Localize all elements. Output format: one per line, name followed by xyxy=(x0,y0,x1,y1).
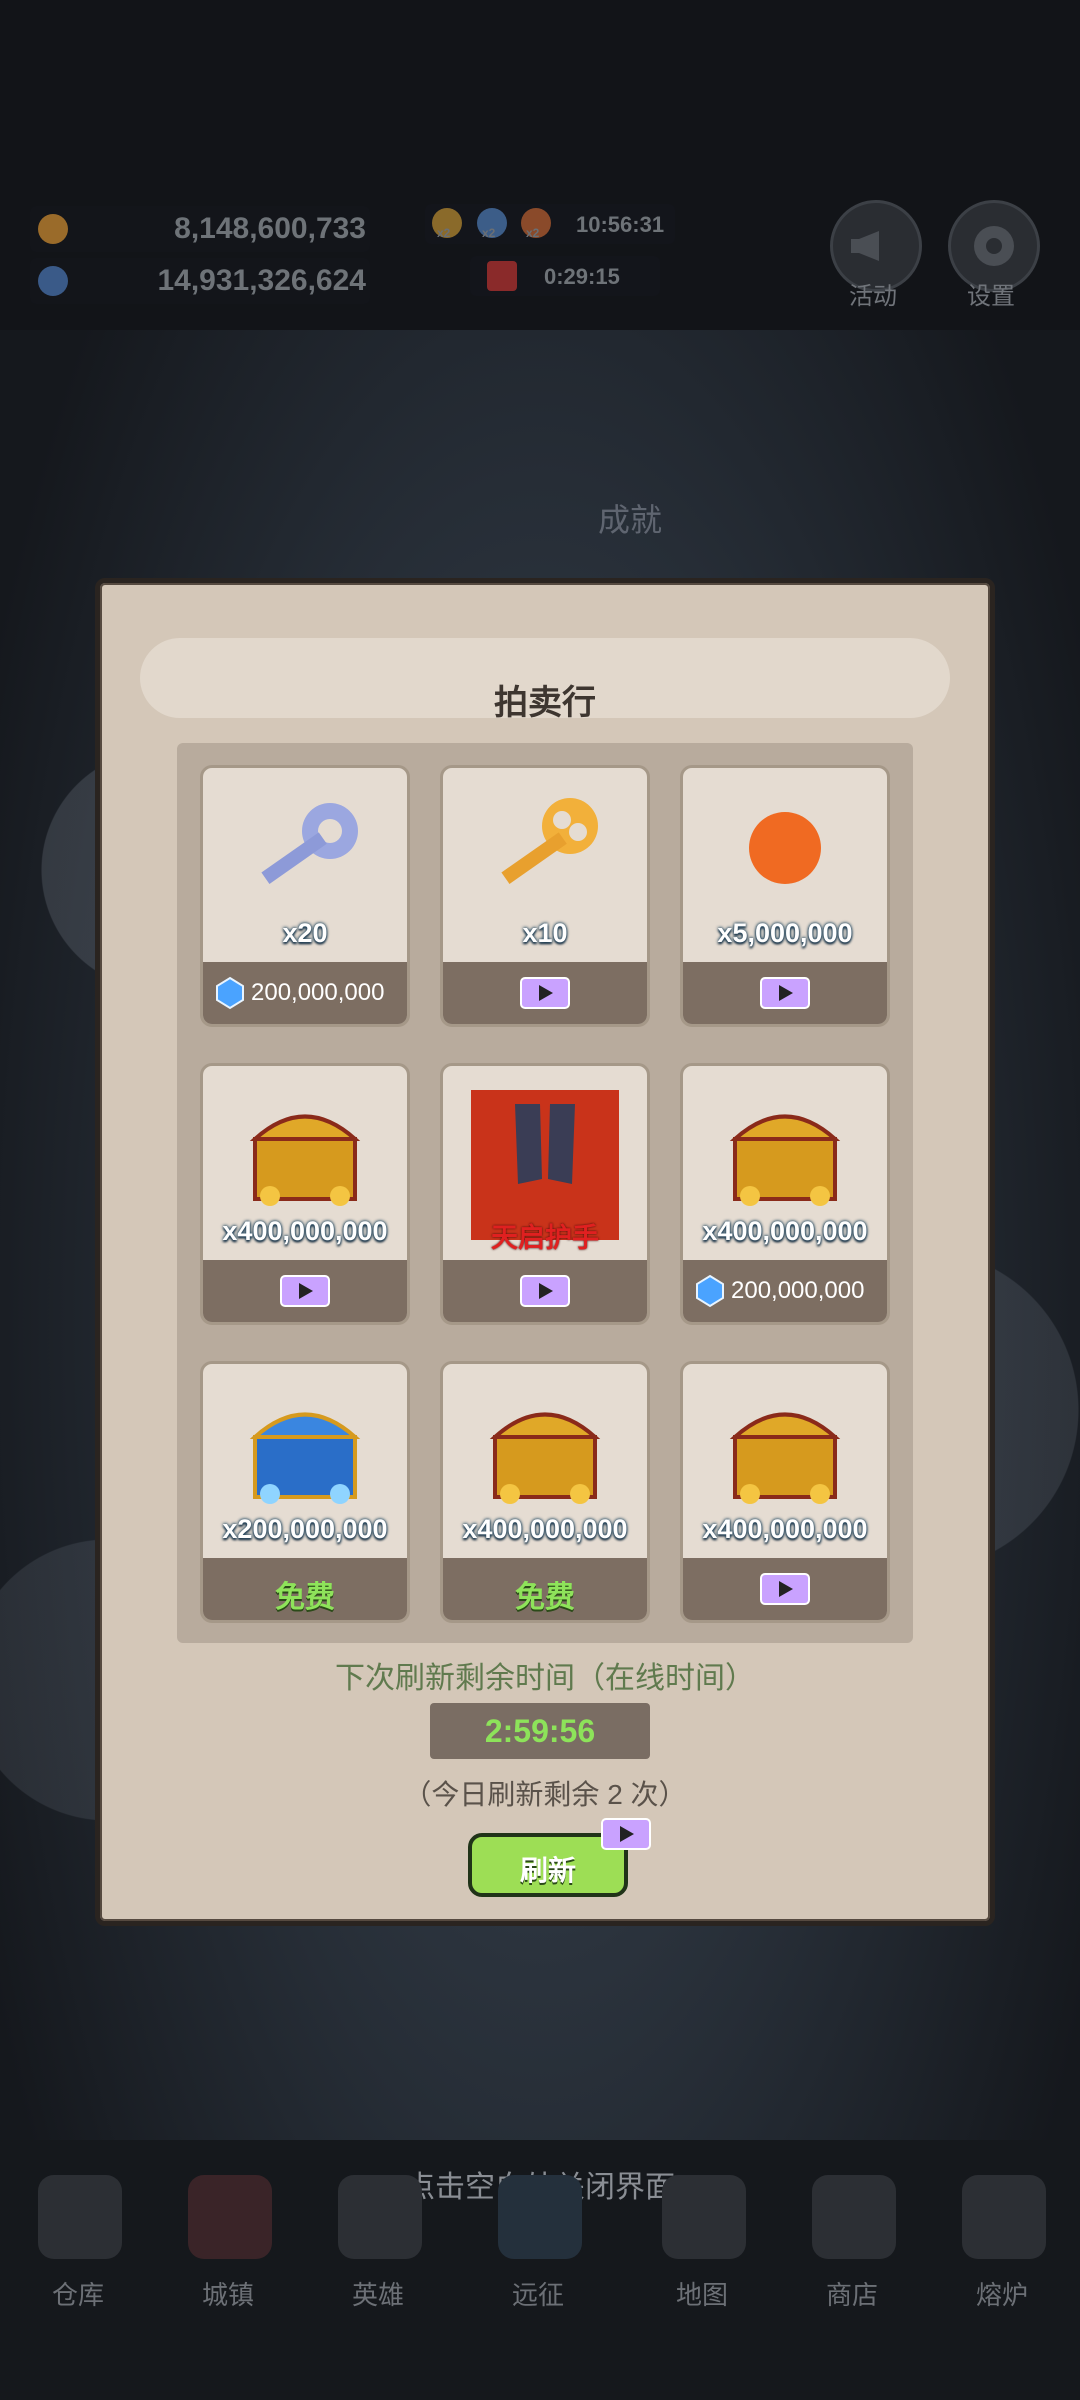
nav-heroes[interactable]: 英雄 xyxy=(318,2175,438,2345)
item-quantity: x5,000,000 xyxy=(717,918,853,948)
gift-box-icon xyxy=(487,261,517,291)
gold-coin-icon xyxy=(38,214,68,244)
auction-item-card[interactable]: 天启护手 xyxy=(440,1063,650,1325)
blue-gem-icon xyxy=(696,1274,724,1308)
refresh-timer-label: 下次刷新剩余时间（在线时间） xyxy=(335,1662,755,1695)
free-label: 免费 xyxy=(515,1581,575,1614)
price-bar xyxy=(443,962,647,1024)
nav-label: 商店 xyxy=(825,2280,878,2310)
town-icon xyxy=(188,2175,272,2259)
gold-value: 8,148,600,733 xyxy=(174,212,366,245)
item-quantity: x200,000,000 xyxy=(222,1514,388,1544)
exp-boost-multiplier: x2 xyxy=(526,226,540,240)
countdown-box: 2:59:56 xyxy=(430,1703,650,1759)
nav-label: 熔炉 xyxy=(975,2280,1028,2310)
item-quantity: x400,000,000 xyxy=(462,1514,628,1544)
settings-label: 设置 xyxy=(967,283,1015,310)
auction-item-card[interactable]: x200,000,000 免费 xyxy=(200,1361,410,1623)
auction-item-card[interactable]: x400,000,000 200,000,000 xyxy=(680,1063,890,1325)
forge-icon xyxy=(962,2175,1046,2259)
gold-treasure-chest-icon xyxy=(489,1412,601,1504)
refresh-countdown: 2:59:56 xyxy=(484,1713,596,1749)
nav-map[interactable]: 地图 xyxy=(642,2175,762,2345)
auction-panel: 拍卖行 x20 200,000,000 x10 x5,000,000 x400,… xyxy=(95,578,995,1926)
gift-timer: 0:29:15 xyxy=(544,264,620,289)
achievement-title: 成就 xyxy=(597,502,662,538)
gem-boost-multiplier: x2 xyxy=(482,226,496,240)
gold-treasure-chest-icon xyxy=(729,1114,841,1206)
auction-item-card[interactable]: x400,000,000 xyxy=(200,1063,410,1325)
video-ad-icon xyxy=(520,977,570,1009)
hero-icon xyxy=(338,2175,422,2259)
price-bar xyxy=(683,962,887,1024)
price-bar xyxy=(203,1260,407,1322)
exp-orb-icon xyxy=(749,812,821,884)
nav-label: 仓库 xyxy=(51,2280,104,2310)
activity-label: 活动 xyxy=(849,283,897,310)
item-quantity: x10 xyxy=(522,918,568,948)
gauntlet-icon xyxy=(515,1104,575,1184)
video-ad-icon xyxy=(601,1818,651,1850)
video-ad-icon xyxy=(520,1275,570,1307)
nav-label: 远征 xyxy=(511,2280,564,2310)
auction-item-card[interactable]: x5,000,000 xyxy=(680,765,890,1027)
video-ad-icon xyxy=(280,1275,330,1307)
nav-warehouse[interactable]: 仓库 xyxy=(18,2175,138,2345)
item-name: 天启护手 xyxy=(491,1223,599,1253)
auction-item-card[interactable]: x400,000,000 xyxy=(680,1361,890,1623)
refresh-button-label: 刷新 xyxy=(519,1855,576,1886)
auction-item-card[interactable]: x400,000,000 免费 xyxy=(440,1361,650,1623)
price-bar: 免费 xyxy=(443,1558,647,1620)
price-bar xyxy=(443,1260,647,1322)
gold-treasure-chest-icon xyxy=(729,1412,841,1504)
panel-title: 拍卖行 xyxy=(494,684,596,722)
nav-expedition[interactable]: 远征 xyxy=(478,2175,598,2345)
gem-resource: 14,931,326,624 xyxy=(30,258,370,304)
gold-boost-multiplier: x2 xyxy=(437,226,451,240)
nav-label: 城镇 xyxy=(201,2280,254,2310)
gem-treasure-chest-icon xyxy=(249,1412,361,1504)
auction-item-card[interactable]: x20 200,000,000 xyxy=(200,765,410,1027)
silver-key-icon xyxy=(261,803,358,884)
blue-gem-icon xyxy=(216,976,244,1010)
item-quantity: x400,000,000 xyxy=(222,1216,388,1246)
free-label: 免费 xyxy=(275,1581,335,1614)
item-quantity: x400,000,000 xyxy=(702,1216,868,1246)
warehouse-icon xyxy=(38,2175,122,2259)
boost-clock: 10:56:31 xyxy=(576,212,665,237)
item-quantity: x20 xyxy=(282,918,328,948)
item-price: 200,000,000 xyxy=(251,979,385,1006)
nav-label: 地图 xyxy=(675,2280,728,2310)
price-bar xyxy=(683,1558,887,1620)
nav-shop[interactable]: 商店 xyxy=(792,2175,912,2345)
gold-key-icon xyxy=(501,798,598,884)
nav-town[interactable]: 城镇 xyxy=(168,2175,288,2345)
shop-icon xyxy=(812,2175,896,2259)
nav-forge[interactable]: 熔炉 xyxy=(942,2175,1062,2345)
remaining-refreshes: （今日刷新剩余 2 次） xyxy=(403,1779,687,1810)
gold-resource: 8,148,600,733 xyxy=(30,206,370,252)
blue-gem-icon xyxy=(38,266,68,296)
gem-value: 14,931,326,624 xyxy=(157,264,366,297)
nav-label: 英雄 xyxy=(351,2280,404,2310)
gold-treasure-chest-icon xyxy=(249,1114,361,1206)
video-ad-icon xyxy=(760,1573,810,1605)
item-quantity: x400,000,000 xyxy=(702,1514,868,1544)
item-price: 200,000,000 xyxy=(731,1277,865,1304)
expedition-icon xyxy=(498,2175,582,2259)
price-bar: 200,000,000 xyxy=(203,962,407,1024)
auction-item-card[interactable]: x10 xyxy=(440,765,650,1027)
video-ad-icon xyxy=(760,977,810,1009)
price-bar: 200,000,000 xyxy=(683,1260,887,1322)
price-bar: 免费 xyxy=(203,1558,407,1620)
map-icon xyxy=(662,2175,746,2259)
